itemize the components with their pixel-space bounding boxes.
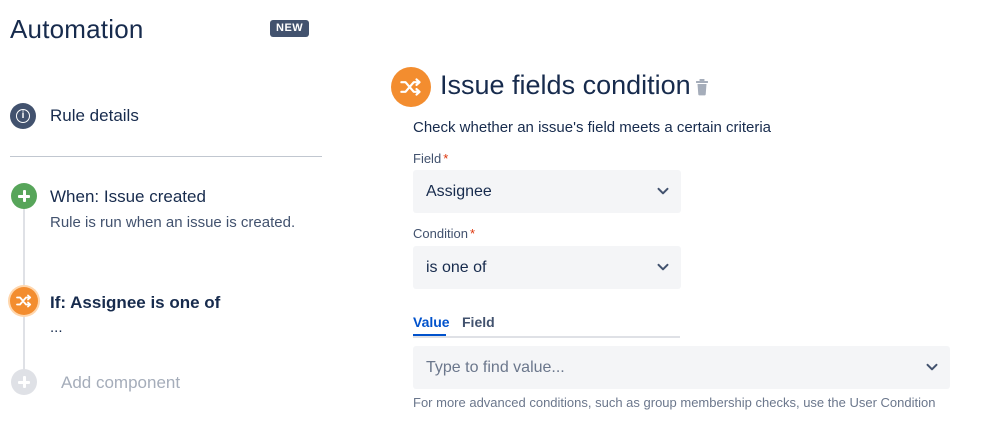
chevron-down-icon <box>926 363 938 371</box>
tab-value[interactable]: Value <box>413 314 450 330</box>
tab-field[interactable]: Field <box>462 314 495 330</box>
value-field-tabs: Value Field <box>413 314 680 338</box>
active-tab-indicator <box>413 334 446 336</box>
page-title: Automation <box>10 14 144 44</box>
field-select-value: Assignee <box>426 183 492 200</box>
panel-description: Check whether an issue's field meets a c… <box>413 119 772 136</box>
chevron-down-icon <box>657 263 669 271</box>
shuffle-icon <box>10 287 38 315</box>
condition-label: Condition * <box>413 226 475 241</box>
trigger-step-subtitle: Rule is run when an issue is created. <box>50 214 296 231</box>
trigger-step[interactable]: When: Issue created Rule is run when an … <box>10 183 322 233</box>
helper-text: For more advanced conditions, such as gr… <box>413 395 936 410</box>
rule-details-label: Rule details <box>50 106 139 125</box>
sidebar-divider <box>10 156 322 157</box>
trigger-step-title: When: Issue created <box>50 187 206 206</box>
add-component-button[interactable]: Add component <box>10 369 322 397</box>
new-badge: NEW <box>270 20 310 37</box>
condition-select[interactable]: is one of <box>413 246 681 289</box>
info-icon: i <box>10 103 36 129</box>
shuffle-icon <box>391 67 431 107</box>
chevron-down-icon <box>657 187 669 195</box>
condition-step-title: If: Assignee is one of <box>50 293 221 312</box>
condition-step-subtitle: ... <box>50 319 63 336</box>
add-component-label: Add component <box>61 373 181 392</box>
condition-select-value: is one of <box>426 259 487 276</box>
trash-icon[interactable] <box>694 78 710 96</box>
field-select[interactable]: Assignee <box>413 170 681 213</box>
rule-details-item[interactable]: i Rule details <box>10 103 322 129</box>
panel-title: Issue fields condition <box>440 70 691 100</box>
plus-icon <box>11 369 37 395</box>
plus-icon <box>11 183 37 209</box>
value-search-select[interactable]: Type to find value... <box>413 346 950 389</box>
value-search-placeholder: Type to find value... <box>426 359 565 376</box>
condition-step[interactable]: If: Assignee is one of ... <box>10 287 322 336</box>
field-label: Field * <box>413 151 449 166</box>
